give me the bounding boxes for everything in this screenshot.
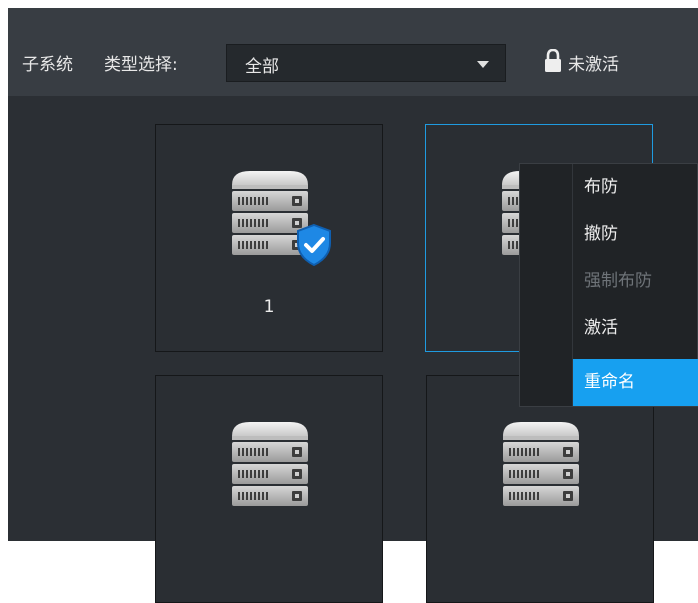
type-select-value: 全部: [245, 57, 279, 77]
chevron-down-icon: [477, 61, 489, 68]
device-tile[interactable]: 1: [155, 124, 383, 352]
type-select-label: 类型选择:: [104, 55, 178, 75]
menu-item-force-arm: 强制布防: [584, 271, 652, 291]
device-tile[interactable]: [155, 375, 383, 603]
type-select[interactable]: 全部: [226, 44, 506, 82]
menu-item-arm[interactable]: 布防: [573, 164, 698, 211]
toolbar: 子系统 类型选择: 全部 未激活: [8, 8, 698, 96]
context-menu: 布防 撤防 强制布防 激活 重命名: [519, 163, 698, 407]
top-strip: [0, 0, 698, 8]
menu-item-rename[interactable]: 重命名: [573, 359, 698, 406]
device-tile-name: 1: [263, 297, 275, 317]
activation-status: 未激活: [568, 55, 619, 75]
shield-check-icon: [297, 223, 331, 267]
server-icon: [491, 414, 591, 514]
server-icon: [220, 414, 320, 514]
menu-item-activate[interactable]: 激活: [573, 305, 698, 352]
device-tile[interactable]: [426, 375, 654, 603]
menu-item-disarm[interactable]: 撤防: [573, 211, 698, 258]
subsystem-label: 子系统: [22, 55, 73, 75]
lock-icon: [545, 49, 561, 72]
